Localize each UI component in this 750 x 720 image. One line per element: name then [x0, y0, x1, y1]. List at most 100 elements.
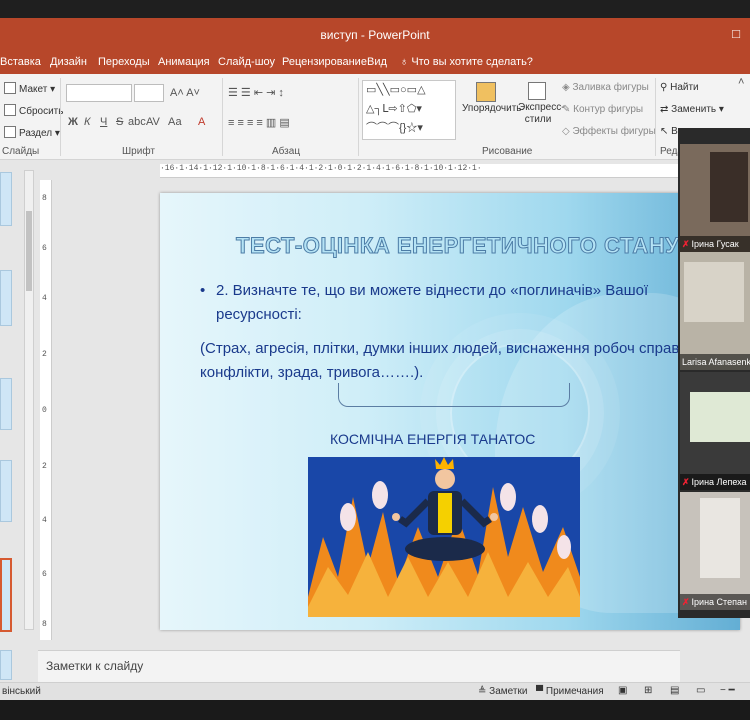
font-group-label: Шрифт	[122, 146, 155, 157]
layout-label: Макет	[19, 84, 48, 95]
outline-label: Контур фигуры	[573, 104, 644, 115]
section-label: Раздел	[19, 128, 53, 139]
title-bar: виступ - PowerPoint □	[0, 18, 750, 52]
ruler-tick: 6	[42, 244, 47, 253]
brace-shape	[338, 383, 570, 407]
find-label: Найти	[670, 82, 699, 93]
comments-button[interactable]: ▀ Примечания	[536, 686, 604, 697]
strike-button[interactable]: S	[116, 116, 123, 128]
sorter-view-icon[interactable]: ⊞	[644, 685, 652, 696]
section-button[interactable]: Раздел ▾	[4, 126, 60, 139]
ribbon-tabs: Вставка Дизайн Переходы Анимация Слайд-ш…	[0, 52, 750, 74]
tab-view[interactable]: Вид	[367, 56, 387, 68]
layout-button[interactable]: Макет ▾	[4, 82, 55, 95]
shapes-gallery[interactable]: ▭╲╲▭○▭△ △┐ᒪ⇨⇧⬠▾ ⌒⌒⌒{}☆▾	[362, 80, 456, 140]
tab-slideshow[interactable]: Слайд-шоу	[218, 56, 275, 68]
slide-title[interactable]: ТЕСТ-ОЦІНКА ЕНЕРГЕТИЧНОГО СТАНУ	[236, 233, 680, 259]
underline-button[interactable]: Ч	[100, 116, 107, 128]
reset-label: Сбросить	[19, 106, 64, 117]
notes-toggle-button[interactable]: ≜ Заметки	[478, 686, 527, 697]
thanatos-illustration[interactable]	[308, 457, 580, 617]
lightbulb-icon: ♁	[400, 56, 412, 68]
slide-thumbnail[interactable]	[0, 650, 12, 680]
slide-paren-text[interactable]: (Страх, агресія, плітки, думки інших люд…	[200, 337, 740, 385]
replace-button[interactable]: ⇄ Заменить ▾	[660, 104, 724, 115]
shape-effects-button[interactable]: ◇ Эффекты фигуры	[562, 126, 656, 137]
tell-me-label: Что вы хотите сделать?	[411, 56, 533, 68]
tab-transitions[interactable]: Переходы	[98, 56, 150, 68]
align-icon[interactable]: ≡ ≡ ≡ ≡ ▥ ▤	[228, 116, 290, 129]
notes-icon: ≜	[478, 686, 490, 697]
room-background	[700, 498, 740, 578]
video-tile[interactable]: ✗ Ірина Лепеха	[680, 372, 750, 490]
restore-button[interactable]: □	[732, 26, 740, 41]
divider	[655, 78, 656, 156]
vertical-ruler: 8 6 4 2 0 2 4 6 8	[40, 180, 52, 640]
participant-label: Ірина Гусак	[691, 239, 739, 249]
collapse-ribbon-icon[interactable]: ˄	[738, 76, 744, 88]
quick-styles-button[interactable]: Экспресс-стили	[518, 82, 565, 126]
scroll-thumb[interactable]	[26, 211, 32, 291]
ruler-tick: 4	[42, 516, 47, 525]
video-tile[interactable]: Larisa Afanasenko	[680, 252, 750, 370]
spacing-button[interactable]: AV	[146, 116, 160, 128]
slide-thumbnail[interactable]	[0, 270, 12, 326]
slide-thumbnail[interactable]	[0, 460, 12, 522]
arrange-button[interactable]: Упорядочить	[462, 82, 522, 114]
thumbnail-scrollbar[interactable]	[24, 170, 34, 630]
tab-review[interactable]: Рецензирование	[282, 56, 367, 68]
find-icon: ⚲	[660, 82, 671, 93]
slide[interactable]: ТЕСТ-ОЦІНКА ЕНЕРГЕТИЧНОГО СТАНУ • 2. Виз…	[160, 193, 740, 630]
tab-animation[interactable]: Анимация	[158, 56, 210, 68]
ruler-tick: 6	[42, 570, 47, 579]
slide-subheading[interactable]: КОСМІЧНА ЕНЕРГІЯ ТАНАТОС	[330, 431, 535, 447]
notes-toggle-label: Заметки	[489, 686, 528, 697]
ruler-tick: 8	[42, 620, 47, 629]
arrange-label: Упорядочить	[462, 103, 522, 114]
tell-me-search[interactable]: ♁ Что вы хотите сделать?	[400, 56, 533, 68]
comments-label: Примечания	[545, 686, 604, 697]
shadow-button[interactable]: abc	[128, 116, 146, 128]
participant-name: ✗ Ірина Лепеха	[680, 474, 750, 490]
slideshow-view-icon[interactable]: ▭	[696, 685, 705, 696]
font-name-combo[interactable]	[66, 84, 132, 102]
bullets-icon[interactable]: ☰ ☰ ⇤ ⇥ ↕	[228, 86, 284, 99]
tab-design[interactable]: Дизайн	[50, 56, 87, 68]
zoom-slider[interactable]: − ━	[720, 685, 735, 696]
slide-thumbnail[interactable]	[0, 378, 12, 430]
divider	[222, 78, 223, 156]
bold-button[interactable]: Ж	[68, 116, 78, 128]
layout-icon	[4, 82, 16, 94]
font-color-button[interactable]: A	[198, 116, 205, 128]
italic-button[interactable]: К	[84, 116, 90, 128]
replace-icon: ⇄	[660, 104, 672, 115]
section-icon	[4, 126, 16, 138]
video-tile[interactable]: ✗ Ірина Гусак	[680, 144, 750, 252]
participant-label: Ірина Степан	[691, 597, 747, 607]
shape-fill-button[interactable]: ◈ Заливка фигуры	[562, 82, 649, 93]
notes-pane[interactable]: Заметки к слайду	[38, 650, 680, 682]
find-button[interactable]: ⚲ Найти	[660, 82, 699, 93]
video-tile[interactable]: ✗ Ірина Степан	[680, 492, 750, 610]
slide-thumbnail[interactable]	[0, 172, 12, 226]
fill-label: Заливка фигуры	[572, 82, 649, 93]
normal-view-icon[interactable]: ▣	[618, 685, 627, 696]
font-size-combo[interactable]	[134, 84, 164, 102]
replace-label: Заменить	[671, 104, 717, 115]
arrange-icon	[475, 82, 496, 102]
status-bar: вінський ≜ Заметки ▀ Примечания ▣ ⊞ ▤ ▭ …	[0, 682, 750, 700]
powerpoint-window: виступ - PowerPoint □ Вставка Дизайн Пер…	[0, 0, 750, 720]
font-size-up-icon[interactable]: A˄ A˅	[170, 87, 200, 99]
tab-insert[interactable]: Вставка	[0, 56, 41, 68]
reset-button[interactable]: Сбросить	[4, 104, 63, 117]
window-title: виступ - PowerPoint	[320, 28, 430, 42]
comment-icon: ▀	[536, 686, 546, 697]
divider	[358, 78, 359, 156]
select-button[interactable]: ↖ В	[660, 126, 678, 137]
shape-outline-button[interactable]: ✎ Контур фигуры	[562, 104, 643, 115]
ruler-tick: 2	[42, 350, 47, 359]
reading-view-icon[interactable]: ▤	[670, 685, 679, 696]
case-button[interactable]: Аа	[168, 116, 182, 128]
outline-icon: ✎	[562, 104, 574, 115]
slide-thumbnail-selected[interactable]	[0, 558, 12, 632]
